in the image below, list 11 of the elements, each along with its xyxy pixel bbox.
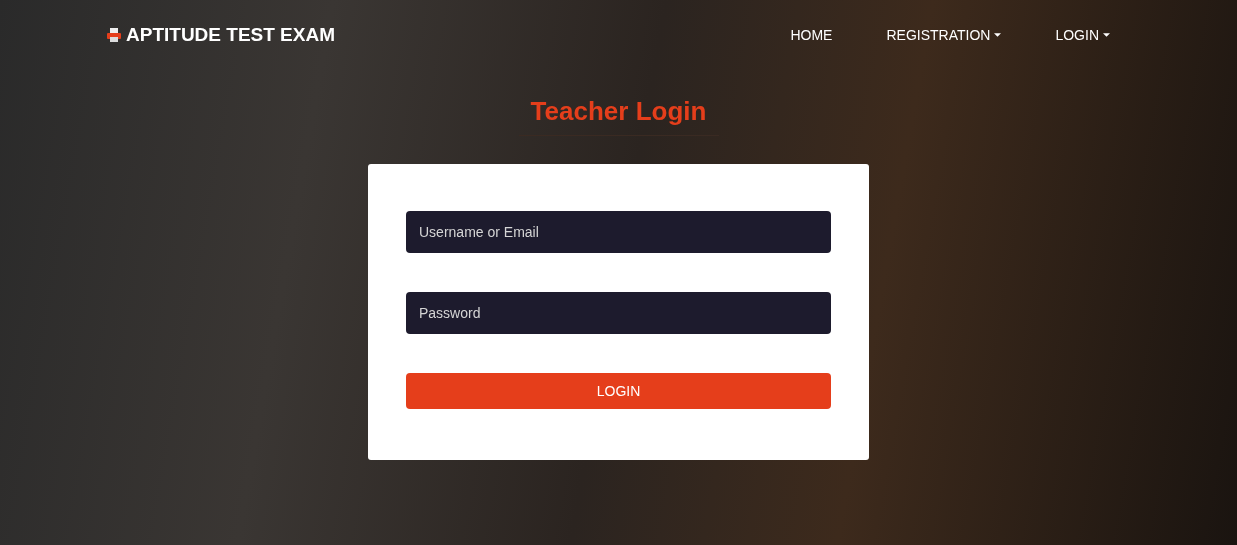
input-field[interactable]: Username or Email — [406, 211, 831, 253]
nav-link[interactable]: HOME — [763, 24, 860, 46]
page-title: Teacher Login — [518, 92, 719, 136]
nav-dropdown[interactable]: LOGIN — [1028, 24, 1137, 46]
caret-icon — [994, 33, 1002, 37]
printer-icon — [106, 27, 122, 43]
input-field[interactable]: Password — [406, 292, 831, 334]
brand-title[interactable]: APTITUDE TEST EXAM — [126, 20, 335, 50]
login-button[interactable]: LOGIN — [406, 373, 831, 409]
nav-dropdown[interactable]: REGISTRATION — [859, 24, 1029, 46]
caret-icon — [1103, 33, 1110, 37]
